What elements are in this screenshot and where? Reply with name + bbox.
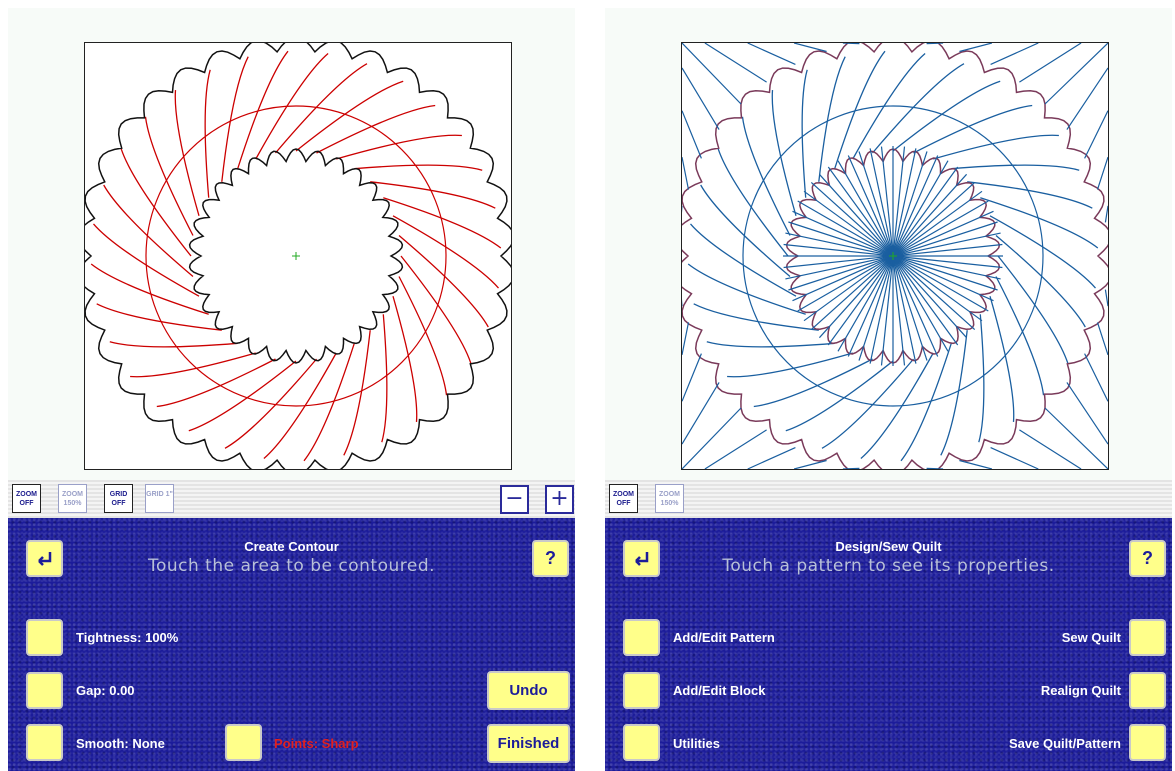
screen-instruction: Touch the area to be contoured. [147,556,436,576]
outer-radial-line [1019,429,1082,470]
sew-quilt-button[interactable] [1129,619,1166,656]
outer-radial-line [1044,42,1109,105]
quilt-block-area[interactable] [674,36,1112,476]
outer-radial-line [1096,156,1109,190]
finished-label: Finished [497,735,560,752]
outer-radial-line [793,459,827,470]
points-label: Points: Sharp [274,736,359,751]
outer-radial-line [747,447,796,470]
design-sew-quilt-screen: ZOOM OFF ZOOM 150% Design/Sew Quilt Touc… [605,8,1172,771]
utilities-label: Utilities [673,736,720,751]
feather-wreath-drawing [77,36,515,476]
feather-wreath-pattern-drawing [674,36,1112,476]
grid-off-label: GRID OFF [109,491,128,507]
outer-radial-line [959,459,993,470]
finished-button[interactable]: Finished [487,724,570,763]
save-quilt-pattern-label: Save Quilt/Pattern [1009,736,1121,751]
zoom-out-button[interactable]: − [500,485,529,514]
gap-button[interactable] [26,672,63,709]
outer-radial-line [1104,289,1109,307]
add-edit-block-button[interactable] [623,672,660,709]
outer-radial-line [842,42,860,45]
outer-radial-line [681,407,742,470]
outer-radial-line [793,42,827,53]
design-canvas[interactable] [8,8,575,480]
zoom-in-button[interactable]: + [545,485,574,514]
tightness-label: Tightness: 100% [76,630,179,645]
utilities-button[interactable] [623,724,660,761]
control-panel: Create Contour Touch the area to be cont… [8,518,575,771]
outer-radial-line [1044,407,1109,470]
radial-line [792,255,894,302]
outer-radial-line [681,67,720,130]
outer-radial-line [1019,42,1082,83]
smooth-button[interactable] [26,724,63,761]
zoom-150-label: ZOOM 150% [62,491,83,507]
outer-radial-line [681,382,720,445]
outer-radial-line [681,110,702,159]
gap-label: Gap: 0.00 [76,683,135,698]
zoom-150-button[interactable]: ZOOM 150% [58,484,87,513]
realign-quilt-label: Realign Quilt [1040,683,1121,698]
create-contour-screen: ZOOM OFF ZOOM 150% GRID OFF GRID 1" − + … [8,8,575,771]
zoom-off-button[interactable]: ZOOM OFF [609,484,638,513]
radial-line [892,210,994,257]
outer-radial-line [842,467,860,470]
help-button[interactable]: ? [532,540,569,577]
help-label: ? [545,548,556,568]
help-label: ? [1142,548,1153,568]
screen-title: Design/Sew Quilt [835,539,942,554]
plus-icon: + [550,486,569,511]
tightness-button[interactable] [26,619,63,656]
outer-radial-line [926,42,944,45]
outer-radial-line [1096,322,1109,356]
realign-quilt-button[interactable] [1129,672,1166,709]
undo-button[interactable]: Undo [487,671,570,710]
outer-radial-line [681,322,690,356]
screen-title: Create Contour [244,539,339,554]
undo-label: Undo [509,682,548,699]
help-button[interactable]: ? [1129,540,1166,577]
zoom-off-label: ZOOM OFF [16,491,37,507]
radial-line [792,210,894,257]
radial-line [892,255,994,302]
add-edit-block-label: Add/Edit Block [673,683,766,698]
radial-line [892,255,939,357]
radial-line [847,255,894,357]
radial-line [847,155,894,257]
zoom-off-label: ZOOM OFF [613,491,634,507]
view-toolbar: ZOOM OFF ZOOM 150% [605,480,1172,518]
outer-radial-line [990,447,1039,470]
grid-1-button[interactable]: GRID 1" [145,484,174,513]
points-button[interactable] [225,724,262,761]
grid-off-button[interactable]: GRID OFF [104,484,133,513]
zoom-150-button[interactable]: ZOOM 150% [655,484,684,513]
add-edit-pattern-button[interactable] [623,619,660,656]
design-canvas[interactable] [605,8,1172,480]
quilt-block-area[interactable] [77,36,515,476]
zoom-off-button[interactable]: ZOOM OFF [12,484,41,513]
outer-radial-line [926,467,944,470]
save-quilt-pattern-button[interactable] [1129,724,1166,761]
outer-radial-line [747,42,796,65]
outer-radial-line [1104,205,1109,223]
outer-radial-line [1084,353,1109,402]
outer-radial-line [1084,110,1109,159]
sew-quilt-label: Sew Quilt [1061,630,1121,645]
outer-radial-line [990,42,1039,65]
outer-radial-line [959,42,993,53]
outer-radial-line [681,353,702,402]
radial-line [892,155,939,257]
smooth-label: Smooth: None [76,736,165,751]
control-panel: Design/Sew Quilt Touch a pattern to see … [605,518,1172,771]
screen-instruction: Touch a pattern to see its properties. [722,556,1055,576]
add-edit-pattern-label: Add/Edit Pattern [673,630,775,645]
outer-radial-line [681,42,742,105]
view-toolbar: ZOOM OFF ZOOM 150% GRID OFF GRID 1" − + [8,480,575,518]
minus-icon: − [505,486,524,511]
outer-radial-line [681,156,690,190]
zoom-150-label: ZOOM 150% [659,491,680,507]
grid-1-label: GRID 1" [146,491,173,498]
